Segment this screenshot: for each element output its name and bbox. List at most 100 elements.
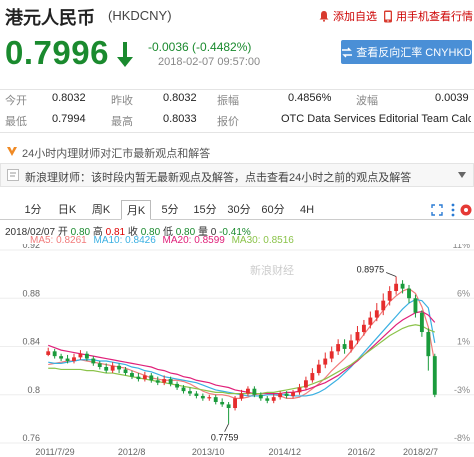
price-change: -0.0036 (-0.4482%) xyxy=(148,40,252,54)
candle-down xyxy=(65,358,70,361)
news-bar-text: 24小时内理财师对汇市最新观点和解答 xyxy=(22,148,211,160)
prev-close-value: 0.8032 xyxy=(163,92,197,104)
candle-up xyxy=(142,375,147,380)
candle-down xyxy=(258,394,263,399)
candle-up xyxy=(78,353,83,358)
quote-source-label: 报价 xyxy=(217,116,239,128)
candle-up xyxy=(323,358,328,365)
high-label: 最高 xyxy=(111,116,133,128)
x-tick-label: 2013/10 xyxy=(192,447,225,457)
candle-up xyxy=(297,387,302,393)
stats-row-2: 最低 0.7994 最高 0.8033 报价 OTC Data Services… xyxy=(0,113,474,133)
down-arrow-icon xyxy=(117,42,133,67)
news-bar[interactable]: 24小时内理财师对汇市最新观点和解答 xyxy=(0,142,474,162)
page-title: 港元人民币 xyxy=(5,8,95,28)
low-label: 最低 xyxy=(5,116,27,128)
candle-down xyxy=(252,388,257,395)
candle-up xyxy=(110,365,115,371)
candle-up xyxy=(349,340,353,349)
chart-annotations: 0.8975 0.7759 xyxy=(211,265,397,443)
candle-up xyxy=(72,357,76,361)
candle-down xyxy=(284,393,289,396)
candle-up xyxy=(368,317,373,325)
low-marker-line xyxy=(224,423,229,432)
candle-down xyxy=(400,283,405,289)
candle-down xyxy=(123,369,128,374)
candle-down xyxy=(181,387,186,392)
advisor-icon xyxy=(7,147,17,156)
candle-down xyxy=(342,344,347,349)
candle-up xyxy=(246,388,250,394)
y-tick-label: 0.76 xyxy=(22,433,40,443)
current-price: 0.7996 xyxy=(5,34,109,71)
candle-down xyxy=(265,398,270,401)
amplitude-label: 振幅 xyxy=(217,95,239,107)
x-tick-label: 2016/2 xyxy=(348,447,376,457)
reverse-rate-button[interactable]: 查看反向汇率 CNYHKD xyxy=(341,40,472,64)
candle-up xyxy=(374,310,379,318)
x-tick-label: 2011/7/29 xyxy=(35,447,74,457)
tab-4h[interactable]: 4H xyxy=(296,200,318,220)
news-item-text: 新浪理财师：该时段内暂无最新观点及解答，点击查看24小时之前的观点及解答 xyxy=(25,172,412,184)
tab-5min[interactable]: 5分 xyxy=(158,200,182,220)
candle-down xyxy=(136,376,141,380)
candle-up xyxy=(336,344,341,352)
candle-down xyxy=(426,332,431,357)
more-options-icon[interactable] xyxy=(449,203,457,217)
add-watchlist-label: 添加自选 xyxy=(333,11,377,23)
phone-icon xyxy=(384,10,392,22)
candle-down xyxy=(213,397,218,402)
stats-row-1: 今开 0.8032 昨收 0.8032 振幅 0.4856% 波幅 0.0039 xyxy=(0,92,474,112)
amplitude-value: 0.4856% xyxy=(288,92,332,104)
tab-daily[interactable]: 日K xyxy=(55,200,79,220)
tab-monthly[interactable]: 月K xyxy=(121,200,151,220)
candle-down xyxy=(130,373,134,377)
candle-down xyxy=(226,404,231,409)
candle-down xyxy=(432,356,437,395)
candle-up xyxy=(46,351,51,355)
candle-down xyxy=(104,367,109,371)
settings-icon[interactable] xyxy=(460,204,472,216)
pct-tick-label: 6% xyxy=(457,288,470,298)
bell-icon xyxy=(319,11,329,22)
tab-30min[interactable]: 30分 xyxy=(226,200,252,220)
mobile-quote-label: 用手机查看行情 xyxy=(396,11,473,23)
candle-down xyxy=(155,380,160,383)
candle-down xyxy=(59,356,64,359)
swap-icon xyxy=(342,47,353,57)
candle-down xyxy=(175,383,180,388)
reverse-rate-label: 查看反向汇率 CNYHKD xyxy=(356,47,472,59)
kline-chart[interactable]: 新浪财经 0.8975 0.7759 0.92 0.88 0.84 0.8 0.76 11… xyxy=(0,244,474,457)
x-tick-label: 2018/2/7 xyxy=(403,447,438,457)
candle-up xyxy=(316,364,321,374)
ma-line-ma20 xyxy=(48,310,436,395)
mobile-quote-button[interactable]: 用手机查看行情 xyxy=(383,8,473,24)
candle-down xyxy=(84,353,89,359)
add-watchlist-button[interactable]: 添加自选 xyxy=(318,8,377,24)
low-annotation: 0.7759 xyxy=(211,433,239,443)
candle-up xyxy=(278,393,283,398)
tab-weekly[interactable]: 周K xyxy=(89,200,113,220)
low-value: 0.7994 xyxy=(52,113,86,125)
candle-up xyxy=(162,379,167,383)
tab-60min[interactable]: 60分 xyxy=(260,200,286,220)
chart-watermark: 新浪财经 xyxy=(250,263,294,277)
quote-time: 2018-02-07 09:57:00 xyxy=(158,56,261,68)
quote-source-value: OTC Data Services Editorial Team Calc... xyxy=(281,113,471,125)
high-annotation: 0.8975 xyxy=(357,265,385,275)
candle-down xyxy=(117,365,122,370)
candle-down xyxy=(149,375,154,381)
stats-panel: 今开 0.8032 昨收 0.8032 振幅 0.4856% 波幅 0.0039… xyxy=(0,89,474,133)
candle-up xyxy=(271,397,276,401)
fullscreen-icon[interactable] xyxy=(431,204,443,216)
tab-15min[interactable]: 15分 xyxy=(192,200,218,220)
candle-down xyxy=(419,312,424,333)
message-icon xyxy=(7,169,19,181)
pct-tick-label: -3% xyxy=(454,385,470,395)
news-item[interactable]: 新浪理财师：该时段内暂无最新观点及解答，点击查看24小时之前的观点及解答 xyxy=(0,163,474,187)
candle-up xyxy=(361,324,366,333)
candle-down xyxy=(91,358,96,364)
open-label: 今开 xyxy=(5,95,27,107)
tab-1min[interactable]: 1分 xyxy=(22,200,44,220)
chevron-down-icon[interactable] xyxy=(458,172,466,178)
